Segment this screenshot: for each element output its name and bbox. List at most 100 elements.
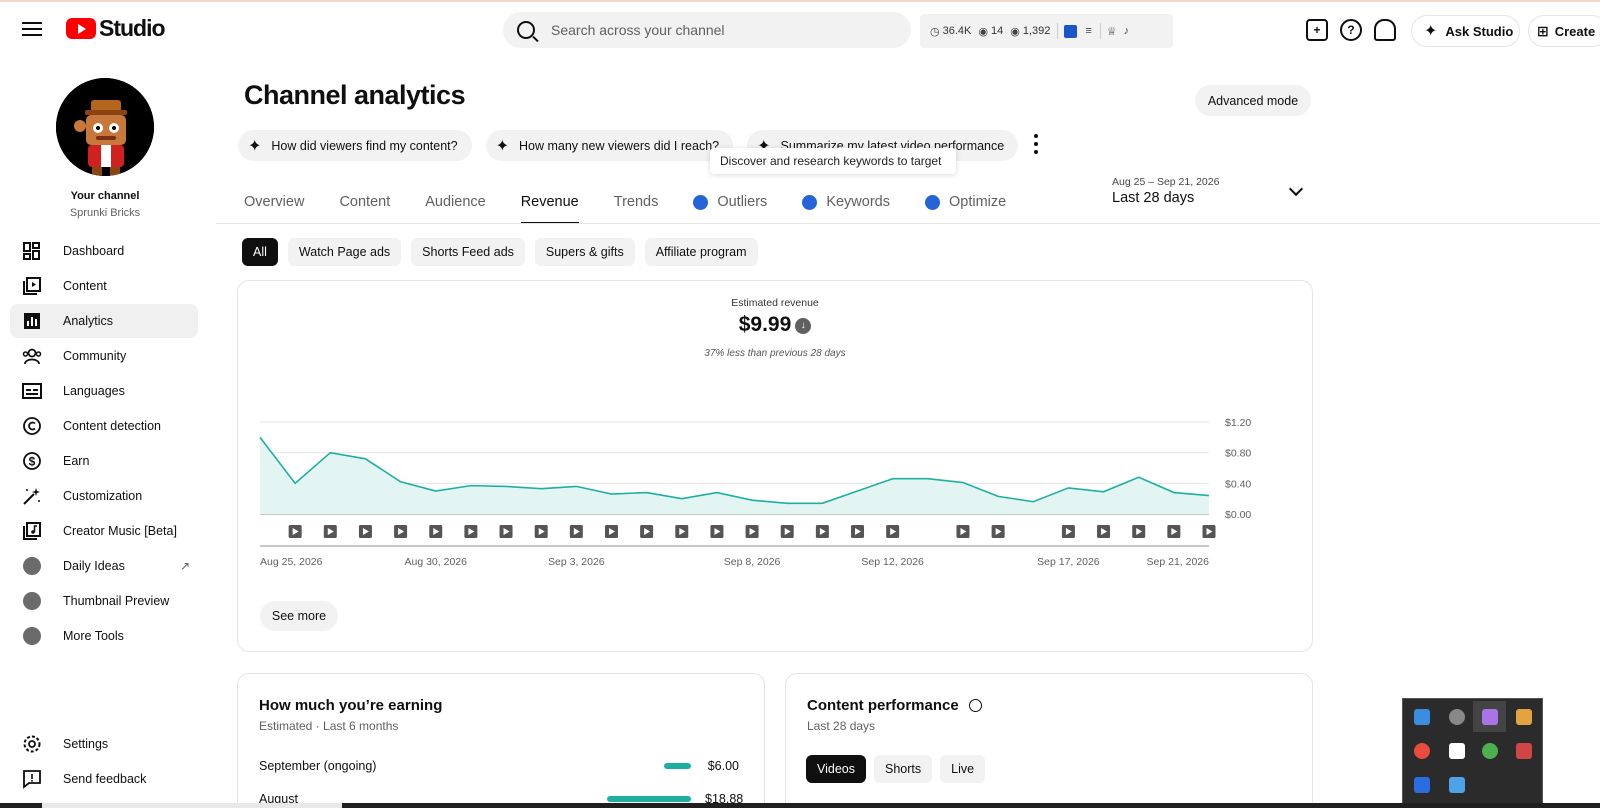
x-tick-label: Aug 25, 2026 — [260, 556, 323, 568]
filter-affiliate-program[interactable]: Affiliate program — [644, 238, 758, 266]
earning-amount: $6.00 — [707, 759, 739, 773]
question-chip[interactable]: ✦ How many new viewers did I reach? — [485, 130, 734, 161]
shield-icon[interactable] — [1449, 743, 1465, 759]
sidebar-item-earn[interactable]: $ Earn — [10, 444, 198, 478]
tab-audience[interactable]: Audience — [425, 188, 485, 224]
tray-app-icon[interactable] — [1414, 709, 1430, 725]
chevron-down-icon[interactable] — [1288, 181, 1304, 197]
tab-keywords[interactable]: Keywords — [802, 188, 890, 224]
vidiq-icon — [693, 195, 709, 210]
sparkle-icon: ✦ — [248, 137, 262, 155]
tab-trends[interactable]: Trends — [614, 188, 659, 224]
y-tick-label: $1.20 — [1225, 417, 1251, 429]
cloud-icon[interactable] — [1449, 777, 1465, 793]
cloud-off-icon[interactable] — [1449, 709, 1465, 725]
vidiq-icon — [23, 627, 41, 645]
search-input[interactable] — [551, 22, 881, 38]
top-header: Studio ◷36.4K ◉14 ◉1,392 ≡ ♕ ♪ + ? ✦Ask … — [0, 2, 1600, 58]
avatar-image — [56, 78, 154, 176]
page-title: Channel analytics — [244, 80, 466, 110]
sidebar-item-content[interactable]: Content — [10, 269, 198, 303]
tab-outliers[interactable]: Outliers — [693, 188, 767, 224]
revenue-chart[interactable]: $1.20 $0.80 $0.40 $0.00 Aug 25, 2026 Aug 30, … — [238, 281, 1314, 581]
tab-live[interactable]: Live — [940, 755, 986, 783]
notifications-icon[interactable] — [1374, 19, 1396, 41]
hamburger-menu-icon[interactable] — [20, 18, 44, 42]
tray-app-icon[interactable] — [1516, 743, 1532, 759]
vidiq-icon[interactable] — [1064, 24, 1078, 38]
revenue-filters: All Watch Page ads Shorts Feed ads Super… — [242, 238, 768, 266]
earning-row[interactable]: September (ongoing) $6.00 — [259, 759, 739, 773]
studio-logo[interactable]: Studio — [66, 15, 166, 41]
x-tick-label: Sep 21, 2026 — [1147, 556, 1210, 568]
filter-watch-page-ads[interactable]: Watch Page ads — [287, 238, 402, 266]
clock-icon: ◷ — [930, 25, 940, 38]
vidiq-icon — [23, 592, 41, 610]
date-range-label[interactable]: Last 28 days — [1112, 190, 1194, 206]
eye-icon: ◉ — [978, 25, 988, 38]
tab-videos[interactable]: Videos — [806, 755, 866, 783]
feedback-icon — [22, 769, 42, 789]
performance-subtitle: Last 28 days — [807, 719, 876, 733]
sidebar-item-languages[interactable]: Languages — [10, 374, 198, 408]
tab-optimize[interactable]: Optimize — [924, 188, 1006, 224]
date-range-dates[interactable]: Aug 25 – Sep 21, 2026 — [1112, 176, 1219, 188]
sidebar-nav: Dashboard Content Analytics Community La… — [10, 234, 198, 654]
tab-content[interactable]: Content — [339, 188, 390, 224]
languages-icon — [22, 381, 42, 401]
more-options-icon[interactable] — [1032, 134, 1040, 154]
sidebar-item-customization[interactable]: Customization — [10, 479, 198, 513]
sidebar-item-send-feedback[interactable]: Send feedback — [10, 762, 198, 796]
sidebar-bottom-nav: Settings Send feedback — [10, 727, 198, 797]
vidiq-icon — [924, 195, 940, 210]
create-button[interactable]: ⊞ Create — [1528, 15, 1600, 47]
search-bar[interactable] — [503, 12, 911, 48]
watch-hours: 36.4K — [942, 25, 972, 37]
sidebar-item-content-detection[interactable]: Content detection — [10, 409, 198, 443]
tab-revenue[interactable]: Revenue — [520, 188, 579, 224]
search-icon — [517, 21, 535, 39]
content-icon — [22, 276, 42, 296]
sidebar-item-daily-ideas[interactable]: Daily Ideas ↗ — [10, 549, 198, 583]
question-chip[interactable]: ✦ How did viewers find my content? — [238, 130, 472, 161]
chrome-icon[interactable] — [1414, 743, 1430, 759]
filter-shorts-feed-ads[interactable]: Shorts Feed ads — [411, 238, 525, 266]
help-icon[interactable]: ? — [1340, 19, 1362, 41]
color-wheel-icon[interactable] — [1482, 743, 1498, 759]
advanced-mode-button[interactable]: Advanced mode — [1195, 85, 1311, 116]
filter-all[interactable]: All — [242, 238, 278, 266]
sidebar-item-settings[interactable]: Settings — [10, 727, 198, 761]
x-tick-label: Sep 17, 2026 — [1037, 556, 1100, 568]
create-post-icon[interactable]: + — [1306, 19, 1328, 41]
performance-title: Content performance — [807, 697, 982, 714]
views-icon: ◉ — [1010, 25, 1020, 38]
sidebar-item-dashboard[interactable]: Dashboard — [10, 234, 198, 268]
dashboard-icon — [22, 241, 42, 261]
tab-shorts[interactable]: Shorts — [874, 755, 933, 783]
y-tick-label: $0.80 — [1225, 448, 1251, 460]
earning-title: How much you’re earning — [259, 697, 443, 714]
trophy-icon[interactable]: ♕ — [1107, 25, 1117, 38]
list-icon[interactable]: ≡ — [1085, 25, 1091, 37]
sidebar-item-more-tools[interactable]: More Tools — [10, 619, 198, 653]
camera-plus-icon: ⊞ — [1537, 22, 1549, 39]
see-more-button[interactable]: See more — [260, 601, 338, 631]
ask-studio-button[interactable]: ✦ Ask Studio — [1411, 15, 1520, 47]
sidebar-item-thumbnail-preview[interactable]: Thumbnail Preview — [10, 584, 198, 618]
vidiq-stats-bar[interactable]: ◷ 36.4K ◉ 14 ◉ 1,392 ≡ ♕ ♪ — [920, 14, 1173, 48]
y-tick-label: $0.40 — [1225, 478, 1251, 490]
tab-overview[interactable]: Overview — [244, 188, 304, 224]
pen-icon[interactable] — [1482, 709, 1498, 725]
sidebar-item-community[interactable]: Community — [10, 339, 198, 373]
live-viewers: 14 — [990, 25, 1004, 37]
channel-avatar[interactable] — [56, 78, 154, 176]
bell-small-icon[interactable]: ♪ — [1124, 25, 1130, 37]
sparkle-icon[interactable] — [1414, 777, 1430, 793]
sidebar-item-creator-music[interactable]: Creator Music [Beta] — [10, 514, 198, 548]
magic-wand-icon — [22, 486, 42, 506]
channel-name[interactable]: Sprunki Bricks — [0, 207, 210, 219]
filter-supers-gifts[interactable]: Supers & gifts — [534, 238, 635, 266]
analytics-tabs: Overview Content Audience Revenue Trends… — [244, 188, 1041, 224]
sidebar-item-analytics[interactable]: Analytics — [10, 304, 198, 338]
tray-app-icon[interactable] — [1516, 709, 1532, 725]
